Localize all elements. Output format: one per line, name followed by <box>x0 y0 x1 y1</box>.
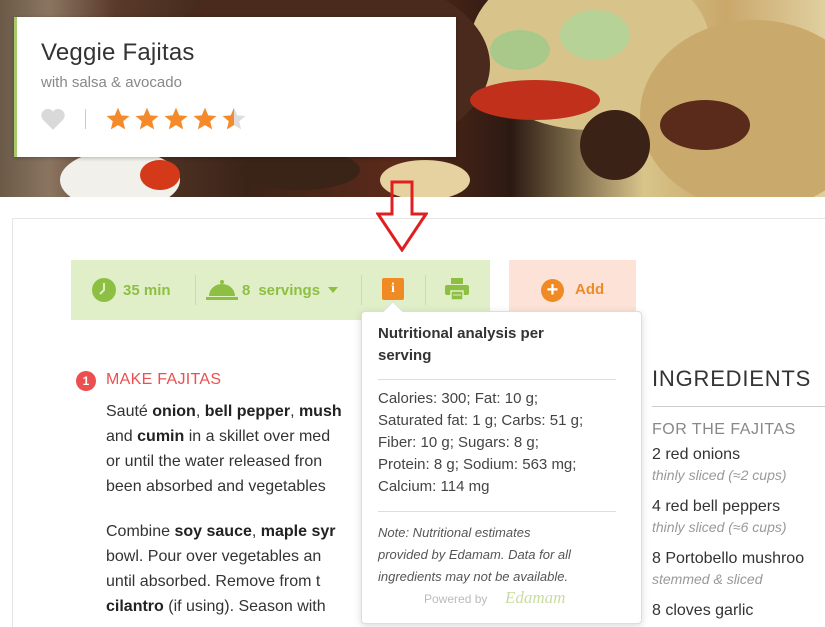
ingredient-link: onion <box>152 403 196 420</box>
ingredient-item: 8 cloves garlic <box>652 602 754 619</box>
popover-divider <box>378 379 616 380</box>
add-label: Add <box>575 281 605 298</box>
nutrition-fact-line: Saturated fat: 1 g; Carbs: 51 g; <box>378 412 584 429</box>
popover-divider <box>378 511 616 512</box>
ingredient-link: bell pepper <box>204 403 291 420</box>
prep-time: 35 min <box>91 260 171 320</box>
recipe-subtitle: with salsa & avocado <box>41 74 182 91</box>
servings-selector[interactable]: 8 servings <box>206 260 339 320</box>
ingredient-link: soy sauce <box>174 523 252 540</box>
card-divider <box>85 109 86 129</box>
ingredient-item: 2 red onions <box>652 446 741 463</box>
servings-count: 8 <box>242 281 251 299</box>
annotation-arrow-icon <box>376 180 428 252</box>
star-icon[interactable] <box>134 106 160 132</box>
ingredient-item: 4 red bell peppers <box>652 498 781 515</box>
step-title: MAKE FAJITAS <box>106 371 222 388</box>
nutrition-fact-line: Calcium: 114 mg <box>378 478 490 495</box>
clock-icon <box>92 278 116 302</box>
favorite-heart-icon[interactable] <box>40 107 66 131</box>
servings-label: servings <box>258 281 321 299</box>
star-icon[interactable] <box>105 106 131 132</box>
nutrition-fact-line: Protein: 8 g; Sodium: 563 mg; <box>378 456 577 473</box>
popover-title: Nutritional analysis per serving <box>378 325 544 364</box>
recipe-title: Veggie Fajitas <box>41 39 195 66</box>
toolbar-divider <box>361 275 362 305</box>
toolbar-divider <box>425 275 426 305</box>
nutrition-fact-line: Calories: 300; Fat: 10 g; <box>378 390 539 407</box>
ingredient-note: thinly sliced (≈2 cups) <box>652 467 787 483</box>
ingredient-link: cumin <box>137 428 185 445</box>
ingredient-link: maple syr <box>260 523 336 540</box>
ingredients-divider <box>652 406 825 407</box>
star-icon[interactable] <box>192 106 218 132</box>
toolbar-divider <box>195 275 196 305</box>
powered-by-label: Powered by <box>424 592 488 606</box>
star-icon[interactable] <box>221 106 247 132</box>
prep-time-label: 35 min <box>123 281 171 299</box>
star-icon[interactable] <box>163 106 189 132</box>
ingredients-heading: INGREDIENTS <box>652 366 812 391</box>
nutrition-popover: Nutritional analysis per serving Calorie… <box>361 301 642 624</box>
ingredient-item: 8 Portobello mushroo <box>652 550 805 567</box>
edamam-logo[interactable]: Edamam <box>505 588 565 608</box>
plus-icon: + <box>541 279 564 302</box>
ingredients-section-title: FOR THE FAJITAS <box>652 421 796 438</box>
ingredient-note: stemmed & sliced <box>652 571 763 587</box>
nutrition-note: Note: Nutritional estimates provided by … <box>378 525 571 584</box>
step-number-badge: 1 <box>76 371 96 391</box>
star-rating[interactable] <box>105 106 247 132</box>
chevron-down-icon <box>328 287 339 293</box>
nutrition-fact-line: Fiber: 10 g; Sugars: 8 g; <box>378 434 539 451</box>
cloche-icon <box>206 280 238 300</box>
nutrition-info-button[interactable]: i <box>382 278 404 300</box>
nutrition-facts: Calories: 300; Fat: 10 g; Saturated fat:… <box>378 388 628 498</box>
ingredient-note: thinly sliced (≈6 cups) <box>652 519 787 535</box>
ingredient-link: cilantro <box>106 598 164 615</box>
ingredient-link: mush <box>298 403 342 420</box>
recipe-title-card: Veggie Fajitas with salsa & avocado <box>14 17 456 157</box>
print-icon[interactable] <box>445 278 469 300</box>
